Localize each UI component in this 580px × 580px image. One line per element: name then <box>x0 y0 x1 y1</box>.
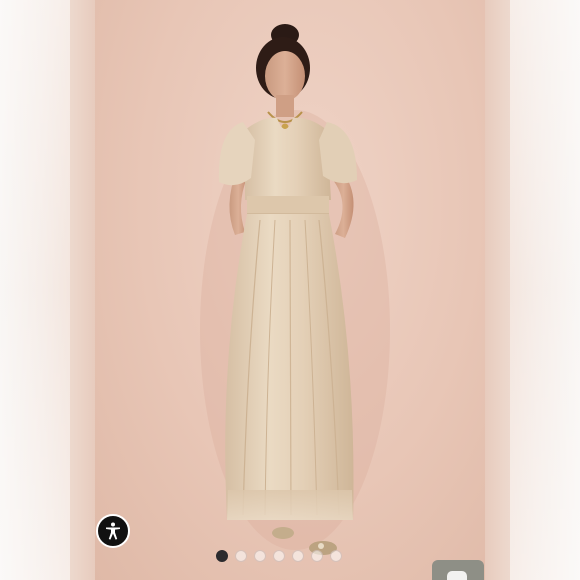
carousel-dot-1[interactable] <box>216 550 228 562</box>
accessibility-button[interactable] <box>96 514 130 548</box>
blurred-backdrop-left <box>0 0 95 580</box>
carousel-dot-3[interactable] <box>254 550 266 562</box>
carousel-dot-5[interactable] <box>292 550 304 562</box>
chat-bubble-icon <box>447 571 467 580</box>
carousel-pagination <box>216 550 342 562</box>
carousel-dot-4[interactable] <box>273 550 285 562</box>
carousel-dot-2[interactable] <box>235 550 247 562</box>
product-photo[interactable] <box>95 0 485 580</box>
carousel-dot-6[interactable] <box>311 550 323 562</box>
accessibility-person-icon <box>106 522 120 540</box>
product-image-viewer <box>0 0 580 580</box>
chat-button[interactable] <box>432 560 484 580</box>
model-in-dress-illustration <box>200 24 390 555</box>
carousel-dot-7[interactable] <box>330 550 342 562</box>
blurred-backdrop-right <box>485 0 580 580</box>
